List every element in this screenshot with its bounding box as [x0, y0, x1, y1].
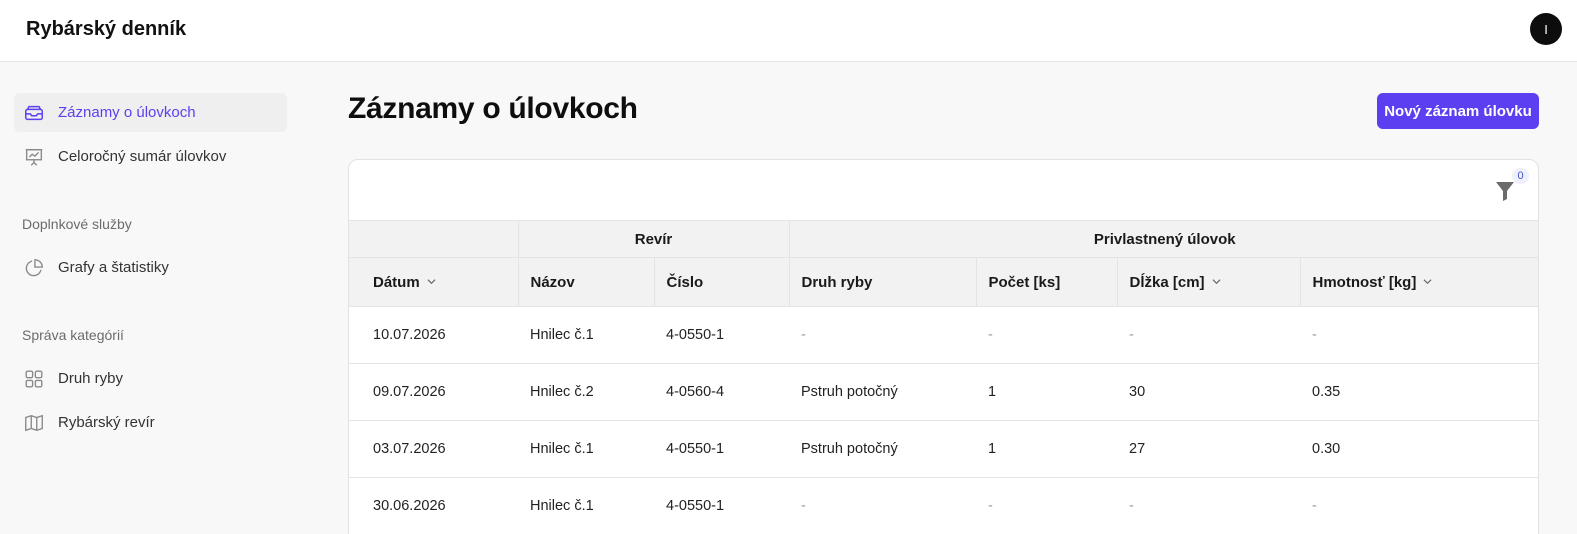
cell-species: - — [789, 306, 976, 364]
cell-count: 1 — [976, 363, 1117, 421]
cell-name: Hnilec č.2 — [518, 363, 654, 421]
catch-records-table: Revír Privlastnený úlovok Dátum Názov Čí… — [349, 220, 1538, 534]
column-header-count: Počet [ks] — [975, 257, 1117, 307]
cell-number: 4-0550-1 — [654, 420, 789, 478]
chevron-down-icon — [1212, 278, 1221, 284]
sidebar-item-label: Grafy a štatistiky — [58, 259, 169, 276]
new-catch-record-button[interactable]: Nový záznam úlovku — [1377, 93, 1539, 129]
cell-date: 30.06.2026 — [349, 477, 518, 534]
cell-count: - — [976, 477, 1117, 534]
app-title: Rybárský denník — [26, 18, 187, 40]
column-header-name: Názov — [517, 257, 654, 307]
top-bar: Rybárský denník I — [0, 0, 1577, 62]
sidebar-item-charts[interactable]: Grafy a štatistiky — [14, 248, 287, 287]
table-row[interactable]: 09.07.2026 Hnilec č.2 4-0560-4 Pstruh po… — [349, 363, 1538, 421]
grid-icon — [25, 370, 43, 388]
pie-chart-icon — [25, 259, 43, 277]
sidebar-item-label: Druh ryby — [58, 370, 124, 387]
map-icon — [25, 414, 43, 432]
section-title-additional-services: Doplnkové služby — [22, 216, 132, 232]
cell-species: Pstruh potočný — [789, 420, 976, 478]
column-header-date[interactable]: Dátum — [349, 257, 518, 307]
column-header-species: Druh ryby — [788, 257, 976, 307]
cell-date: 09.07.2026 — [349, 363, 518, 421]
sidebar-item-yearly-summary[interactable]: Celoročný sumár úlovkov — [14, 137, 287, 176]
group-header-catch: Privlastnený úlovok — [788, 220, 1538, 258]
sidebar-item-fishing-area[interactable]: Rybárský revír — [14, 403, 287, 442]
cell-name: Hnilec č.1 — [518, 306, 654, 364]
sidebar-item-label: Rybárský revír — [58, 414, 155, 431]
cell-date: 03.07.2026 — [349, 420, 518, 478]
page-title: Záznamy o úlovkoch — [348, 92, 638, 125]
cell-number: 4-0550-1 — [654, 477, 789, 534]
table-row[interactable]: 30.06.2026 Hnilec č.1 4-0550-1 - - - - — [349, 477, 1538, 534]
cell-name: Hnilec č.1 — [518, 420, 654, 478]
group-header-empty — [349, 220, 518, 258]
sidebar-item-fish-species[interactable]: Druh ryby — [14, 359, 287, 398]
filter-count-badge: 0 — [1512, 168, 1529, 184]
records-card: 0 Revír Privlastnený úlovok Dátum Názov … — [348, 159, 1539, 534]
cell-length: 30 — [1117, 363, 1300, 421]
user-avatar[interactable]: I — [1530, 13, 1562, 45]
cell-length: - — [1117, 477, 1300, 534]
table-column-header: Dátum Názov Číslo Druh ryby Počet [ks] D… — [349, 257, 1538, 307]
filter-icon[interactable] — [1495, 180, 1515, 202]
cell-weight: - — [1300, 477, 1538, 534]
cell-count: 1 — [976, 420, 1117, 478]
chevron-down-icon — [1423, 278, 1432, 284]
sidebar-item-label: Celoročný sumár úlovkov — [58, 148, 227, 165]
sidebar: Záznamy o úlovkoch Celoročný sumár úlovk… — [0, 62, 300, 534]
column-header-number: Číslo — [653, 257, 789, 307]
cell-species: Pstruh potočný — [789, 363, 976, 421]
column-header-weight[interactable]: Hmotnosť [kg] — [1299, 257, 1538, 307]
cell-date: 10.07.2026 — [349, 306, 518, 364]
chevron-down-icon — [427, 278, 436, 284]
cell-name: Hnilec č.1 — [518, 477, 654, 534]
group-header-revir: Revír — [517, 220, 789, 258]
cell-count: - — [976, 306, 1117, 364]
cell-number: 4-0560-4 — [654, 363, 789, 421]
cell-number: 4-0550-1 — [654, 306, 789, 364]
column-header-length[interactable]: Dĺžka [cm] — [1116, 257, 1300, 307]
sidebar-item-label: Záznamy o úlovkoch — [58, 104, 196, 121]
table-row[interactable]: 10.07.2026 Hnilec č.1 4-0550-1 - - - - — [349, 306, 1538, 364]
inbox-icon — [25, 105, 43, 121]
cell-species: - — [789, 477, 976, 534]
cell-weight: 0.35 — [1300, 363, 1538, 421]
cell-weight: 0.30 — [1300, 420, 1538, 478]
cell-weight: - — [1300, 306, 1538, 364]
presentation-chart-icon — [25, 148, 43, 166]
table-group-header: Revír Privlastnený úlovok — [349, 220, 1538, 258]
table-row[interactable]: 03.07.2026 Hnilec č.1 4-0550-1 Pstruh po… — [349, 420, 1538, 478]
section-title-category-management: Správa kategórií — [22, 327, 124, 343]
cell-length: - — [1117, 306, 1300, 364]
sidebar-item-catch-records[interactable]: Záznamy o úlovkoch — [14, 93, 287, 132]
cell-length: 27 — [1117, 420, 1300, 478]
